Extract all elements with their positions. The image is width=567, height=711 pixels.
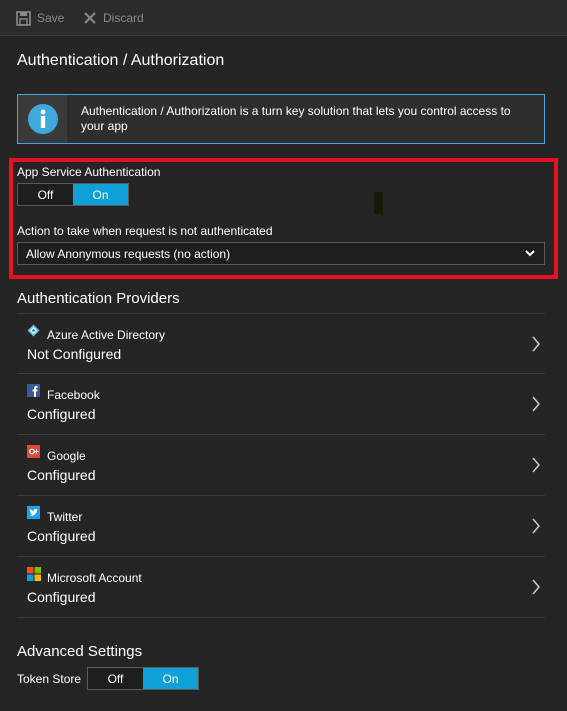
save-button[interactable]: Save — [16, 8, 64, 28]
save-icon — [16, 10, 31, 26]
info-icon — [27, 104, 58, 134]
action-dropdown[interactable]: Allow Anonymous requests (no action) — [17, 242, 545, 265]
provider-name: Google — [47, 449, 86, 463]
provider-azure-ad[interactable]: Azure Active Directory Not Configured — [17, 313, 545, 374]
azure-ad-icon — [27, 324, 40, 337]
chevron-right-icon — [532, 518, 540, 534]
discard-button[interactable]: Discard — [83, 8, 144, 28]
chevron-right-icon — [532, 396, 540, 412]
facebook-icon — [27, 384, 40, 397]
app-service-auth-on-option[interactable]: On — [73, 184, 128, 205]
chevron-right-icon — [532, 457, 540, 473]
provider-name: Microsoft Account — [47, 571, 142, 585]
info-icon-container — [18, 95, 67, 143]
provider-status: Configured — [27, 406, 96, 422]
chevron-down-icon — [525, 250, 535, 257]
provider-status: Configured — [27, 528, 96, 544]
provider-status: Configured — [27, 467, 96, 483]
chevron-right-icon — [532, 579, 540, 595]
save-label: Save — [37, 11, 65, 25]
cursor-artifact — [374, 192, 383, 214]
provider-microsoft-account[interactable]: Microsoft Account Configured — [17, 557, 545, 618]
command-bar: Save Discard — [0, 0, 567, 36]
action-dropdown-value: Allow Anonymous requests (no action) — [26, 246, 231, 261]
token-store-label: Token Store — [17, 672, 82, 686]
app-service-auth-off-option[interactable]: Off — [18, 184, 73, 205]
providers-title: Authentication Providers — [17, 290, 180, 307]
token-store-on-option[interactable]: On — [143, 668, 198, 689]
advanced-settings-title: Advanced Settings — [17, 643, 143, 660]
provider-name: Facebook — [47, 388, 100, 402]
token-store-off-option[interactable]: Off — [88, 668, 143, 689]
chevron-right-icon — [532, 336, 540, 352]
provider-facebook[interactable]: Facebook Configured — [17, 374, 545, 435]
twitter-icon — [27, 506, 40, 519]
provider-name: Azure Active Directory — [47, 328, 166, 342]
app-service-auth-toggle[interactable]: Off On — [17, 183, 129, 206]
discard-label: Discard — [103, 11, 144, 25]
provider-google[interactable]: Google Configured — [17, 435, 545, 496]
provider-name: Twitter — [47, 510, 83, 524]
info-banner: Authentication / Authorization is a turn… — [17, 94, 545, 144]
action-label: Action to take when request is not authe… — [17, 224, 273, 238]
app-service-auth-label: App Service Authentication — [17, 165, 161, 179]
close-icon — [84, 12, 96, 24]
page-title: Authentication / Authorization — [17, 52, 225, 69]
token-store-toggle[interactable]: Off On — [87, 667, 199, 690]
provider-twitter[interactable]: Twitter Configured — [17, 496, 545, 557]
provider-status: Configured — [27, 589, 96, 605]
provider-status: Not Configured — [27, 346, 122, 362]
info-text: Authentication / Authorization is a turn… — [81, 104, 511, 133]
google-icon — [27, 445, 40, 458]
microsoft-icon — [27, 567, 41, 581]
